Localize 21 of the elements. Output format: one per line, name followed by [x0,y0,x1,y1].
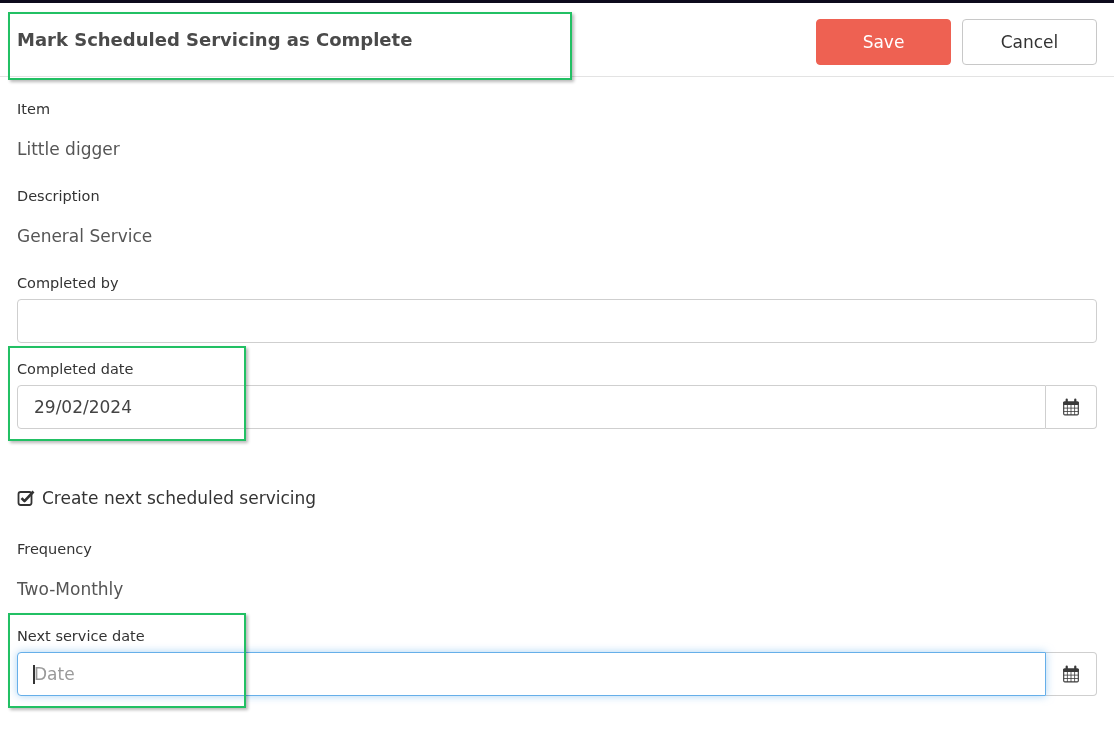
text-caret-icon [33,665,35,684]
field-label: Item [17,100,50,119]
field-value: Little digger [17,138,120,161]
field-value: General Service [17,225,153,248]
field-label: Next service date [17,627,145,646]
calendar-icon [1062,398,1080,416]
cancel-button[interactable]: Cancel [962,18,1097,65]
calendar-icon [1062,665,1080,683]
calendar-button[interactable] [1046,652,1097,696]
checkbox-label[interactable]: Create next scheduled servicing [42,486,317,510]
checkbox-icon[interactable] [17,489,35,507]
date-input-field[interactable]: 29/02/2024 [17,385,1046,429]
field-label: Frequency [17,540,92,559]
field-label: Description [17,187,100,206]
field-label: Completed date [17,360,134,379]
date-input-field[interactable]: Date [17,652,1046,696]
calendar-button[interactable] [1046,385,1097,429]
field-value: Two-Monthly [17,578,124,601]
field-label: Completed by [17,274,119,293]
text-input-field[interactable] [17,299,1097,343]
page-title: Mark Scheduled Servicing as Complete [17,29,413,50]
